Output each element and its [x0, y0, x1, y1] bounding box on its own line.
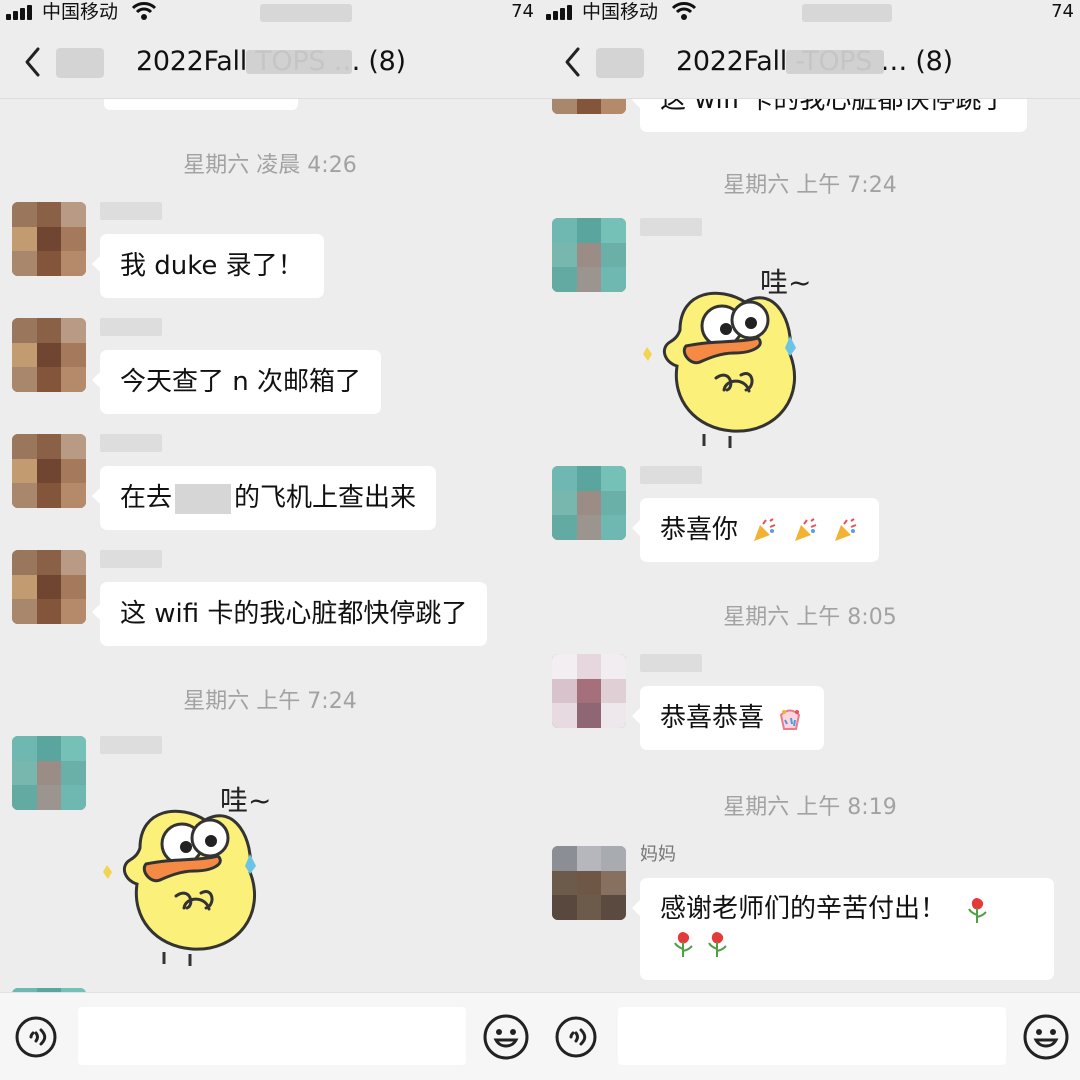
party-popper-icon	[794, 517, 816, 541]
chat-header: 2022Fall TOPS … (8)	[0, 26, 540, 99]
battery-level: 74	[1051, 1, 1074, 22]
sticker-label: 哇~	[220, 784, 271, 817]
emoji-icon[interactable]	[482, 1013, 530, 1061]
message-list[interactable]: 这 wifi 卡的我心脏都快停跳了 星期六 上午 7:24 哇~ 恭喜你 星期六…	[540, 98, 1080, 992]
party-popper-icon	[834, 517, 857, 541]
signal-icon	[546, 4, 574, 20]
sender-name-redacted	[100, 434, 162, 452]
sender-name-redacted	[100, 736, 162, 754]
avatar[interactable]	[12, 434, 86, 508]
avatar[interactable]	[552, 218, 626, 292]
duck-sticker[interactable]: 哇~	[100, 768, 310, 978]
status-bar: 中国移动 74	[0, 0, 540, 26]
avatar[interactable]	[12, 550, 86, 624]
wifi-icon	[671, 2, 697, 20]
redacted-status-area	[802, 4, 892, 22]
message-text: 恭喜你	[660, 515, 739, 545]
message-list[interactable]: 星期六 凌晨 4:26 我 duke 录了！ 今天查了 n 次邮箱了 在去 的飞机…	[0, 98, 540, 992]
message-bubble[interactable]: 这 wifi 卡的我心脏都快停跳了	[91, 582, 488, 646]
message-bubble[interactable]: 恭喜你	[632, 498, 879, 562]
emoji-icon[interactable]	[1022, 1013, 1070, 1061]
sender-name-redacted	[640, 654, 702, 672]
partial-avatar	[552, 98, 626, 114]
voice-icon[interactable]	[554, 1015, 598, 1059]
message-text: 感谢老师们的辛苦付出！	[660, 894, 947, 924]
avatar[interactable]	[552, 846, 626, 920]
message-prefix: 在去	[120, 483, 173, 513]
signal-icon	[6, 4, 34, 20]
redacted-title-part	[786, 50, 884, 74]
redacted-status-area	[260, 4, 352, 22]
redacted-back-label	[56, 48, 104, 78]
sender-name-redacted	[100, 318, 162, 336]
status-bar: 中国移动 74	[540, 0, 1080, 26]
confetti-icon	[780, 709, 801, 730]
message-bubble[interactable]: 今天查了 n 次邮箱了	[91, 350, 382, 414]
sender-name-redacted	[640, 218, 702, 236]
message-input[interactable]	[78, 1007, 466, 1065]
composer-bar	[540, 992, 1080, 1080]
sender-name-redacted	[640, 466, 702, 484]
timestamp: 星期六 上午 7:24	[183, 689, 357, 714]
chat-screenshot-pair: 中国移动 74 2022Fall TOPS … (8) 星期六 凌晨 4:26 …	[0, 0, 1080, 1080]
sender-name-redacted	[100, 202, 162, 220]
sender-name-redacted	[100, 550, 162, 568]
message-bubble[interactable]: 我 duke 录了！	[92, 234, 324, 298]
back-icon[interactable]	[560, 44, 586, 80]
redacted-title-part	[246, 50, 352, 74]
rose-icon	[968, 897, 987, 923]
timestamp: 星期六 上午 8:05	[723, 605, 897, 630]
message-suffix: 的飞机上查出来	[234, 483, 417, 513]
back-icon[interactable]	[20, 44, 46, 80]
redacted-back-label	[596, 48, 644, 78]
duck-sticker-image: 哇~	[643, 266, 811, 448]
avatar[interactable]	[12, 736, 86, 810]
duck-sticker[interactable]: 哇~	[640, 250, 850, 460]
rose-icon	[708, 931, 727, 957]
avatar[interactable]	[12, 318, 86, 392]
composer-bar	[0, 992, 540, 1080]
avatar[interactable]	[552, 466, 626, 540]
timestamp: 星期六 上午 7:24	[723, 173, 897, 198]
rose-icon	[674, 931, 693, 957]
chat-header: 2022Fall -TOPS … (8)	[540, 26, 1080, 99]
previous-message-fragment	[104, 98, 298, 110]
avatar[interactable]	[12, 202, 86, 276]
sender-name: 妈妈	[640, 844, 676, 865]
timestamp: 星期六 上午 8:19	[723, 795, 897, 820]
carrier-name: 中国移动	[42, 1, 119, 23]
partial-message-bubble[interactable]: 这 wifi 卡的我心脏都快停跳了	[631, 98, 1028, 132]
duck-sticker-image: 哇~	[103, 784, 271, 966]
party-popper-icon	[754, 517, 776, 541]
message-input[interactable]	[618, 1007, 1006, 1065]
chat-screen-right: 中国移动 74 2022Fall -TOPS … (8) 这 wifi 卡的我心…	[540, 0, 1080, 1080]
carrier-name: 中国移动	[582, 1, 659, 23]
avatar[interactable]	[552, 654, 626, 728]
wifi-icon	[131, 2, 157, 20]
message-bubble[interactable]: 恭喜恭喜	[631, 686, 825, 750]
chat-screen-left: 中国移动 74 2022Fall TOPS … (8) 星期六 凌晨 4:26 …	[0, 0, 540, 1080]
voice-icon[interactable]	[14, 1015, 58, 1059]
message-bubble[interactable]: 在去 的飞机上查出来	[91, 466, 437, 530]
battery-level: 74	[511, 1, 534, 22]
message-bubble[interactable]: 感谢老师们的辛苦付出！	[632, 878, 1054, 980]
sticker-label: 哇~	[760, 266, 811, 299]
redacted-location	[175, 483, 232, 514]
timestamp: 星期六 凌晨 4:26	[183, 153, 357, 178]
message-text: 恭喜恭喜	[660, 703, 765, 733]
